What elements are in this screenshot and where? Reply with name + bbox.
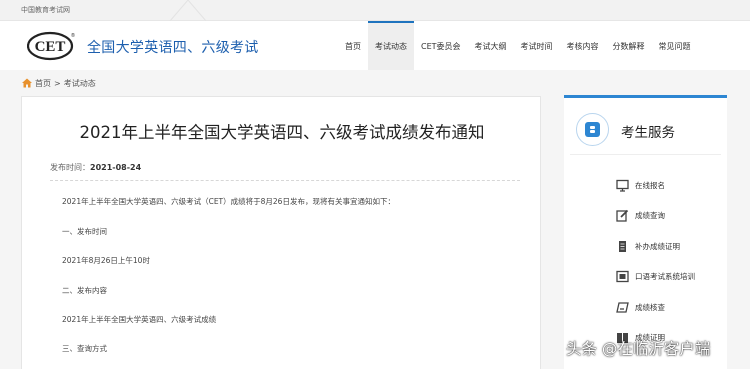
top-bar: 中国教育考试网 — [0, 0, 750, 21]
publish-date-value: 2021-08-24 — [90, 163, 142, 172]
document-icon — [619, 240, 626, 252]
nav-item-score-explanation[interactable]: 分数解释 — [606, 21, 652, 70]
book-edit-icon — [616, 301, 629, 313]
svg-text:CET: CET — [35, 39, 66, 55]
header: CET ® 全国大学英语四、六级考试 首页 考试动态 CET委员会 考试大纲 考… — [0, 21, 750, 70]
nav-item-exam-content[interactable]: 考核内容 — [560, 21, 606, 70]
article-panel: 2021年上半年全国大学英语四、六级考试成绩发布通知 发布时间：2021-08-… — [21, 96, 541, 369]
main-nav: 首页 考试动态 CET委员会 考试大纲 考试时间 考核内容 分数解释 常见问题 — [338, 21, 698, 70]
breadcrumb-current[interactable]: 考试动态 — [64, 78, 96, 89]
services-badge-icon — [576, 113, 609, 146]
candidate-services-panel: 考生服务 在线报名 成绩查询 补办成绩证明 口语考试系统培训 成绩核查 成绩证明 — [564, 95, 727, 369]
nav-item-exam-news[interactable]: 考试动态 — [368, 21, 414, 70]
cet-logo[interactable]: CET ® — [27, 30, 77, 61]
breadcrumb-separator: > — [54, 78, 61, 88]
article-paragraph: 三、查询方式 — [62, 344, 107, 353]
edit-icon — [616, 209, 629, 222]
article-paragraph: 二、发布内容 — [62, 286, 107, 295]
publish-date: 发布时间：2021-08-24 — [50, 162, 141, 173]
site-title[interactable]: 全国大学英语四、六级考试 — [87, 37, 259, 57]
publish-date-label: 发布时间： — [50, 163, 90, 172]
service-score-verification[interactable]: 成绩核查 — [616, 300, 665, 314]
nav-item-syllabus[interactable]: 考试大纲 — [468, 21, 514, 70]
divider — [50, 180, 520, 181]
nav-item-faq[interactable]: 常见问题 — [652, 21, 698, 70]
home-icon[interactable] — [22, 78, 32, 88]
monitor-icon — [616, 179, 629, 192]
service-oral-exam-training[interactable]: 口语考试系统培训 — [616, 269, 695, 283]
site-name[interactable]: 中国教育考试网 — [21, 5, 70, 15]
nav-item-exam-time[interactable]: 考试时间 — [514, 21, 560, 70]
service-label: 在线报名 — [635, 180, 665, 190]
services-header: 考生服务 — [570, 109, 721, 155]
article-paragraph: 一、发布时间 — [62, 227, 107, 236]
background-decoration — [169, 0, 207, 21]
article-title: 2021年上半年全国大学英语四、六级考试成绩发布通知 — [79, 123, 485, 142]
service-reissue-certificate[interactable]: 补办成绩证明 — [616, 239, 680, 253]
screen-icon — [616, 270, 629, 282]
service-label: 补办成绩证明 — [635, 241, 680, 251]
article-paragraph: 2021年8月26日上午10时 — [62, 256, 150, 265]
watermark: 头条 @在临沂客户端 — [566, 340, 711, 358]
breadcrumb-home[interactable]: 首页 — [35, 78, 51, 89]
nav-item-home[interactable]: 首页 — [338, 21, 368, 70]
services-title: 考生服务 — [621, 125, 675, 141]
service-label: 口语考试系统培训 — [635, 271, 695, 281]
article-paragraph: 2021年上半年全国大学英语四、六级考试成绩 — [62, 315, 217, 324]
service-label: 成绩查询 — [635, 210, 665, 220]
article-paragraph: 2021年上半年全国大学英语四、六级考试（CET）成绩将于8月26日发布，现将有… — [62, 197, 395, 206]
breadcrumb: 首页 > 考试动态 — [22, 76, 96, 90]
service-score-query[interactable]: 成绩查询 — [616, 208, 665, 222]
service-label: 成绩核查 — [635, 302, 665, 312]
service-online-registration[interactable]: 在线报名 — [616, 178, 665, 192]
svg-text:®: ® — [71, 32, 75, 39]
nav-item-cet-committee[interactable]: CET委员会 — [414, 21, 468, 70]
